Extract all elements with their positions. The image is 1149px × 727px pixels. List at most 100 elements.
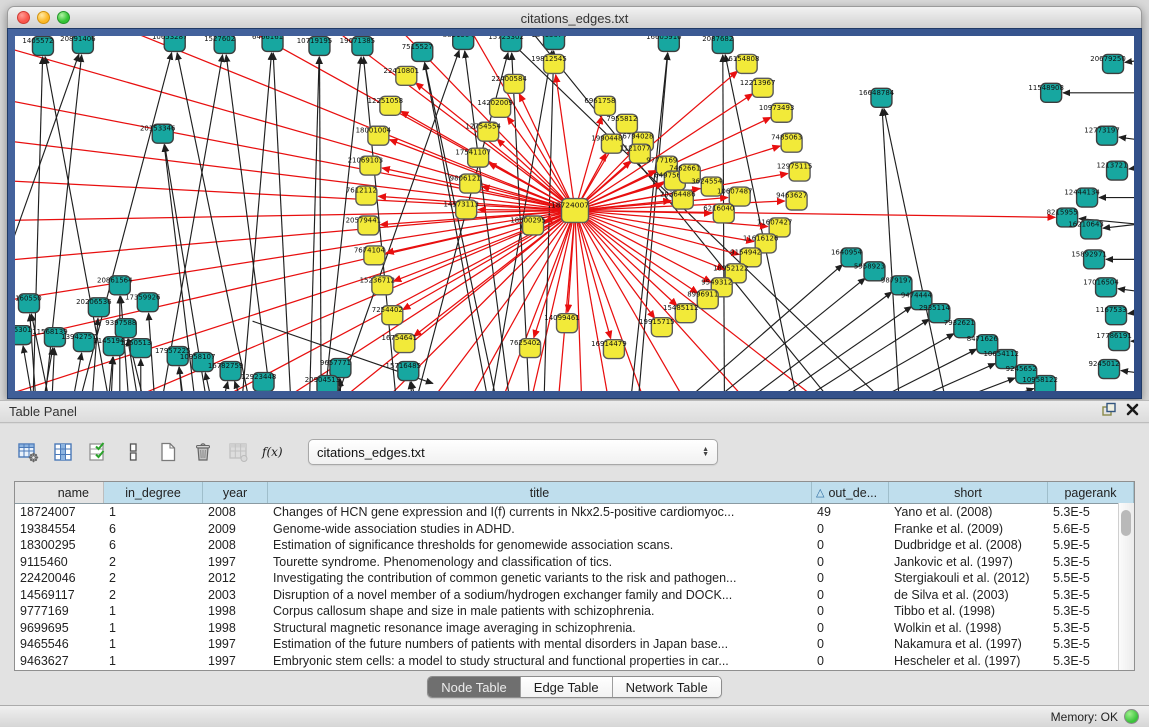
graph-node-label: 8811304 — [443, 36, 475, 39]
network-window-frame: 1872400718300295145731139806121175411071… — [7, 28, 1142, 399]
graph-node-label: 6961758 — [584, 97, 615, 105]
graph-node-label: 19812545 — [531, 55, 567, 63]
column-header-year[interactable]: year — [203, 482, 268, 503]
graph-node-label: 20861564 — [97, 276, 133, 284]
graph-node-label: 14202009 — [477, 99, 513, 107]
table-row[interactable]: 946554611997Estimation of the future num… — [15, 636, 1134, 653]
table-cell: 1998 — [203, 604, 268, 618]
column-header-title[interactable]: title — [268, 482, 812, 503]
graph-node-label: 22410801 — [384, 67, 420, 75]
graph-node-label: 21069103 — [348, 157, 384, 165]
new-table-icon[interactable] — [154, 438, 182, 466]
table-cell: Genome-wide association studies in ADHD. — [268, 522, 812, 536]
graph-node-label: 22400584 — [491, 75, 527, 83]
graph-node-label: 9879197 — [881, 276, 912, 284]
table-header-row: name in_degree year title △ out_de... sh… — [15, 482, 1134, 504]
graph-node-label: 12251058 — [368, 97, 404, 105]
tab-edge-table[interactable]: Edge Table — [521, 677, 613, 697]
table-row[interactable]: 2242004622012Investigating the contribut… — [15, 570, 1134, 587]
graph-node-label: 10958122 — [1022, 376, 1058, 384]
table-cell: 49 — [812, 505, 889, 519]
column-header-short[interactable]: short — [889, 482, 1048, 503]
function-builder-icon[interactable]: f(x) — [259, 438, 287, 466]
table-cell: 2008 — [203, 505, 268, 519]
table-cell: 9115460 — [15, 555, 104, 569]
network-window[interactable]: citations_edges.txt 18724007183002951457… — [7, 6, 1142, 399]
graph-node-label: 9154942 — [730, 248, 761, 256]
table-cell: 1997 — [203, 637, 268, 651]
graph-node-label: 25160550 — [15, 294, 42, 302]
graph-node-label: 7955812 — [606, 115, 637, 123]
graph-node-label: 10653287 — [152, 36, 188, 41]
graph-node-label: 20206536 — [76, 298, 112, 306]
graph-node-label: 7254402 — [372, 306, 403, 314]
row-select-icon[interactable] — [84, 438, 112, 466]
close-window-button[interactable] — [17, 11, 30, 24]
table-cell: 1997 — [203, 555, 268, 569]
graph-node-label: 20679250 — [1090, 55, 1126, 63]
column-header-in-degree[interactable]: in_degree — [104, 482, 203, 503]
table-panel-header: Table Panel — [0, 400, 1149, 423]
network-window-titlebar[interactable]: citations_edges.txt — [7, 6, 1142, 30]
table-cell: 0 — [812, 555, 889, 569]
graph-node-label: 11607427 — [757, 218, 793, 226]
tab-node-table[interactable]: Node Table — [428, 677, 521, 697]
table-row[interactable]: 1938455462009Genome-wide association stu… — [15, 521, 1134, 538]
graph-node-label: 12754554 — [465, 123, 501, 131]
table-settings-icon[interactable] — [14, 438, 42, 466]
graph-node-label: 20579441 — [346, 216, 382, 224]
graph-node-label: 1990448 — [591, 135, 622, 143]
column-header-name[interactable]: name — [15, 482, 104, 503]
close-panel-icon[interactable] — [1126, 403, 1139, 421]
network-canvas[interactable]: 1872400718300295145731139806121175411071… — [15, 36, 1134, 391]
sort-ascending-icon: △ — [816, 486, 824, 499]
scrollbar-thumb[interactable] — [1121, 510, 1131, 536]
table-cell: 1997 — [203, 654, 268, 668]
table-row[interactable]: 977716911998Corpus callosum shape and si… — [15, 603, 1134, 620]
table-cell: Corpus callosum shape and size in male p… — [268, 604, 812, 618]
table-cell: 0 — [812, 571, 889, 585]
table-vertical-scrollbar[interactable] — [1118, 503, 1134, 670]
network-table-select[interactable]: citations_edges.txt ▲▼ — [308, 439, 718, 465]
toggle-rows-icon[interactable] — [119, 438, 147, 466]
table-cell: 2009 — [203, 522, 268, 536]
table-cell: Nakamura et al. (1997) — [889, 637, 1048, 651]
graph-node-label: 16605910 — [646, 36, 682, 41]
graph-node-label: 1167533 — [1096, 306, 1127, 314]
table-cell: 1 — [104, 604, 203, 618]
minimize-window-button[interactable] — [37, 11, 50, 24]
graph-node-label: 12444134 — [1064, 189, 1100, 197]
float-panel-icon[interactable] — [1101, 402, 1116, 422]
memory-ok-indicator-icon[interactable] — [1124, 709, 1139, 724]
column-header-out-degree[interactable]: △ out_de... — [812, 482, 889, 503]
column-visibility-icon[interactable] — [49, 438, 77, 466]
table-cell: 1 — [104, 654, 203, 668]
table-cell: 0 — [812, 538, 889, 552]
table-cell: 2 — [104, 555, 203, 569]
table-row[interactable]: 1830029562008Estimation of significance … — [15, 537, 1134, 554]
graph-node-label: 1527602 — [204, 36, 235, 43]
delete-table-icon[interactable] — [189, 438, 217, 466]
graph-node-label: 7932621 — [944, 319, 975, 327]
graph-node-label: 19671385 — [340, 37, 376, 45]
graph-node-label: 9474444 — [901, 291, 933, 299]
graph-node-label: 9806121 — [450, 175, 481, 183]
graph-node-label: 8996911 — [687, 290, 718, 298]
column-header-pagerank[interactable]: pagerank — [1048, 482, 1134, 503]
graph-node-label: 11548908 — [1028, 84, 1064, 92]
table-row[interactable]: 1456911722003Disruption of a novel membe… — [15, 587, 1134, 604]
node-attribute-table: name in_degree year title △ out_de... sh… — [14, 481, 1135, 671]
table-row[interactable]: 946362711997Embryonic stem cells: a mode… — [15, 653, 1134, 670]
graph-node-label: 2087682 — [702, 36, 733, 43]
table-panel-title: Table Panel — [0, 404, 1101, 419]
zoom-window-button[interactable] — [57, 11, 70, 24]
table-row[interactable]: 969969511998Structural magnetic resonanc… — [15, 620, 1134, 637]
table-cell: 9699695 — [15, 621, 104, 635]
table-row[interactable]: 911546021997Tourette syndrome. Phenomeno… — [15, 554, 1134, 571]
graph-node-label: 1213721 — [1097, 162, 1128, 170]
table-row[interactable]: 1872400712008Changes of HCN gene express… — [15, 504, 1134, 521]
table-cell: 9463627 — [15, 654, 104, 668]
tab-network-table[interactable]: Network Table — [613, 677, 721, 697]
table-cell: Tourette syndrome. Phenomenology and cla… — [268, 555, 812, 569]
table-cell: Dudbridge et al. (2008) — [889, 538, 1048, 552]
